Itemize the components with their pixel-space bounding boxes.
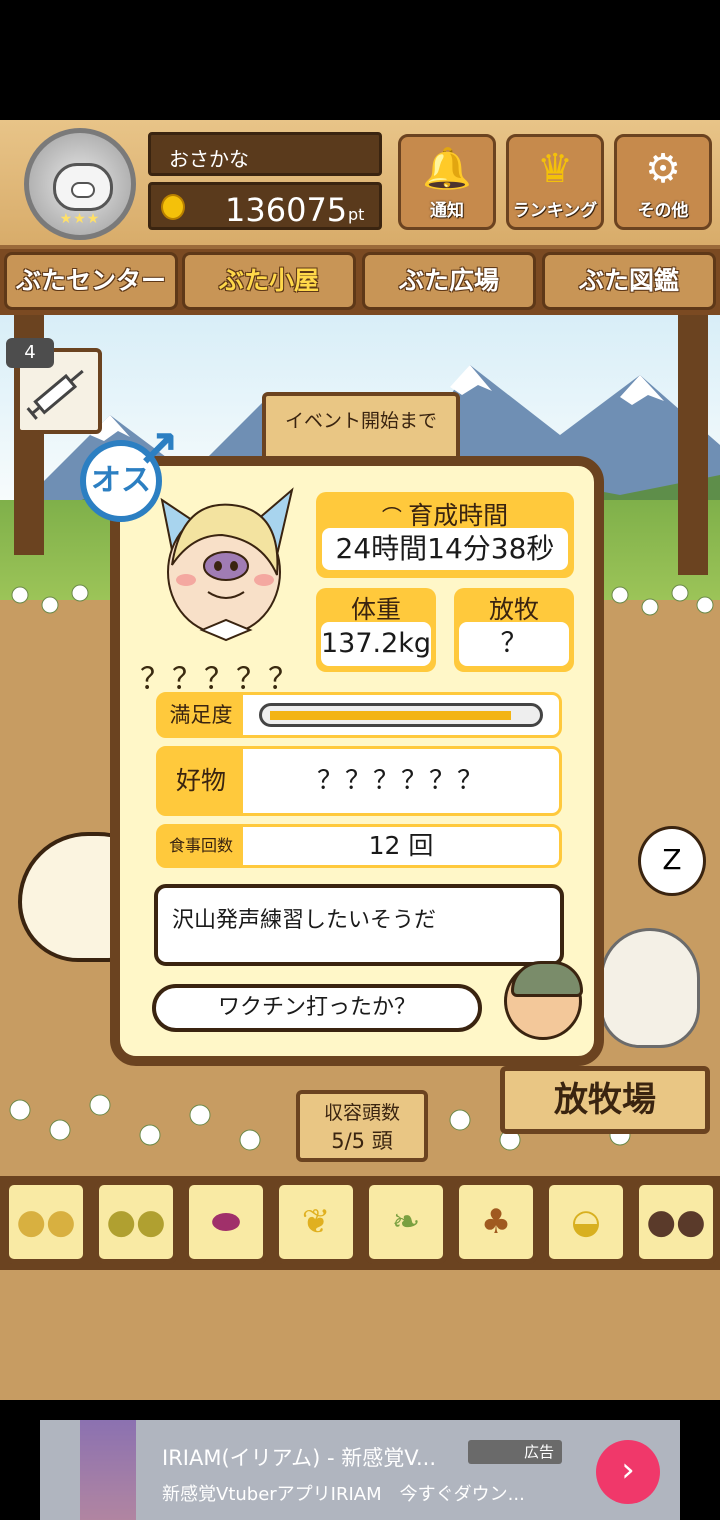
rank-stars-icon: ★★★ bbox=[59, 211, 101, 227]
ad-banner[interactable]: IRIAM(イリアム) - 新感覚V... 新感覚VtuberアプリIRIAM … bbox=[40, 1420, 680, 1520]
green-beans-icon: ❧ bbox=[391, 1202, 421, 1242]
points-unit: pt bbox=[348, 205, 365, 224]
points-value: 136075 bbox=[225, 191, 348, 229]
feed-slot-meatballs[interactable]: ●● bbox=[634, 1180, 718, 1264]
ranking-label: ランキング bbox=[512, 201, 598, 221]
ad-subtitle: 新感覚VtuberアプリIRIAM 今すぐダウン... bbox=[162, 1484, 525, 1505]
weight-value: 137.2kg bbox=[321, 622, 431, 666]
feed-slot-bowl-of-grains[interactable]: ◒ bbox=[544, 1180, 628, 1264]
feed-slot-soybeans[interactable]: ●● bbox=[4, 1180, 88, 1264]
feed-slot-sweet-potato[interactable]: ⬬ bbox=[184, 1180, 268, 1264]
crown-icon: ♛ bbox=[537, 146, 573, 192]
ad-cta-button[interactable]: › bbox=[596, 1440, 660, 1504]
points-box: 136075 pt bbox=[148, 182, 382, 230]
male-symbol-icon: ↗ bbox=[136, 420, 180, 480]
farmer-message-bubble: ワクチン打ったか？ bbox=[152, 984, 482, 1032]
favorite-label: 好物 bbox=[159, 749, 243, 813]
pig-message: 沢山発声練習したいそうだ bbox=[172, 908, 437, 933]
meal-count-row: 食事回数 12 回 bbox=[156, 824, 562, 868]
ranking-button[interactable]: ♛ ランキング bbox=[506, 134, 604, 230]
tab-buta-plaza[interactable]: ぶた広場 bbox=[362, 252, 536, 310]
grazing-value: ？ bbox=[459, 622, 569, 666]
ad-title: IRIAM(イリアム) - 新感覚V... bbox=[162, 1446, 436, 1470]
event-sign-text: イベント開始まで bbox=[284, 410, 437, 432]
sleeping-bubble-icon: Z bbox=[638, 826, 706, 896]
soybeans-icon: ●● bbox=[16, 1202, 76, 1242]
farmer-message: ワクチン打ったか？ bbox=[217, 995, 416, 1020]
tab-buta-hut[interactable]: ぶた小屋 bbox=[182, 252, 356, 310]
weight-title: 体重 bbox=[350, 595, 401, 624]
feed-slot-corn[interactable]: ❦ bbox=[274, 1180, 358, 1264]
acorns-icon: ♣ bbox=[480, 1202, 512, 1242]
satisfaction-label: 満足度 bbox=[159, 695, 243, 735]
gear-icon: ⚙ bbox=[645, 146, 681, 192]
owl-character[interactable] bbox=[600, 928, 700, 1048]
favorite-value: ？？？？？？ bbox=[316, 766, 485, 796]
player-name-box: おさかな bbox=[148, 132, 382, 176]
pig-message-bubble: 沢山発声練習したいそうだ bbox=[154, 884, 564, 966]
growth-time-value: 24時間14分38秒 bbox=[322, 528, 568, 570]
satisfaction-bar bbox=[259, 703, 543, 727]
sweet-potato-icon: ⬬ bbox=[211, 1202, 241, 1242]
pig-portrait bbox=[160, 487, 294, 642]
pig-face-icon bbox=[53, 163, 113, 211]
fence-post-right bbox=[678, 315, 708, 575]
notification-button[interactable]: 🔔 通知 bbox=[398, 134, 496, 230]
vaccine-count-badge: 4 bbox=[6, 338, 54, 368]
plate-of-meatballs-icon: ●● bbox=[646, 1202, 706, 1242]
tab-buta-center[interactable]: ぶたセンター bbox=[4, 252, 178, 310]
grazing-card: 放牧 ？ bbox=[454, 588, 574, 672]
player-rank-badge[interactable]: ★★★ bbox=[24, 128, 136, 240]
satisfaction-row: 満足度 bbox=[156, 692, 562, 738]
grazing-title: 放牧 bbox=[488, 595, 539, 624]
meals-label: 食事回数 bbox=[159, 827, 243, 865]
corn-icon: ❦ bbox=[301, 1202, 331, 1242]
other-button[interactable]: ⚙ その他 bbox=[614, 134, 712, 230]
status-bar-area bbox=[0, 0, 720, 120]
bottom-dirt bbox=[0, 1270, 720, 1400]
bell-icon: 🔔 bbox=[422, 146, 472, 192]
feed-slot-mixed-grains[interactable]: ●● bbox=[94, 1180, 178, 1264]
chevron-right-icon: › bbox=[621, 1450, 635, 1490]
farmer-avatar bbox=[504, 961, 583, 1040]
other-label: その他 bbox=[637, 201, 689, 221]
meals-value: 12 回 bbox=[368, 831, 434, 860]
ad-badge: 広告 bbox=[468, 1440, 562, 1464]
bowl-of-grains-icon: ◒ bbox=[571, 1202, 601, 1242]
feed-slot-green-beans[interactable]: ❧ bbox=[364, 1180, 448, 1264]
weight-card: 体重 137.2kg bbox=[316, 588, 436, 672]
tab-buta-encyclopedia[interactable]: ぶた図鑑 bbox=[542, 252, 716, 310]
mixed-grains-icon: ●● bbox=[106, 1202, 166, 1242]
capacity-title: 収容頭数 bbox=[323, 1102, 400, 1124]
favorite-food-row: 好物 ？？？？？？ bbox=[156, 746, 562, 816]
capacity-value: 5/5 頭 bbox=[331, 1129, 393, 1153]
coin-icon bbox=[161, 194, 185, 220]
feed-slot-acorns[interactable]: ♣ bbox=[454, 1180, 538, 1264]
capacity-sign: 収容頭数 5/5 頭 bbox=[296, 1090, 428, 1162]
player-name: おさかな bbox=[169, 147, 249, 171]
satisfaction-bar-fill bbox=[270, 711, 511, 720]
growth-time-card: ⌒ 育成時間 24時間14分38秒 bbox=[316, 492, 574, 578]
sausage-icon: ⌒ bbox=[381, 505, 409, 529]
notification-label: 通知 bbox=[430, 201, 464, 221]
growth-time-title: 育成時間 bbox=[408, 501, 509, 530]
pasture-sign-button[interactable]: 放牧場 bbox=[500, 1066, 710, 1134]
